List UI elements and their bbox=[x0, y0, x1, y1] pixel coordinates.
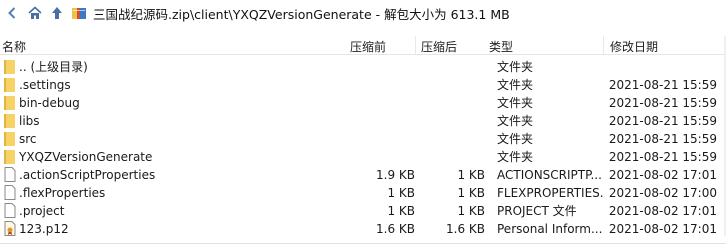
packed-size: 1 KB bbox=[457, 204, 485, 218]
home-icon bbox=[28, 6, 42, 19]
modified-date: 2021-08-02 17:01 bbox=[608, 222, 717, 236]
list-item[interactable]: .actionScriptProperties 1.9 KB 1 KB ACTI… bbox=[0, 166, 726, 184]
back-button[interactable] bbox=[3, 3, 23, 23]
folder-icon bbox=[4, 150, 15, 164]
zip-archive-icon bbox=[72, 8, 86, 19]
list-item[interactable]: .project 1 KB 1 KB PROJECT 文件 2021-08-02… bbox=[0, 202, 726, 220]
compressed-size: 1.9 KB bbox=[376, 168, 415, 182]
column-header-compressed[interactable]: 压缩前 bbox=[350, 38, 386, 55]
compressed-size: 1.6 KB bbox=[376, 222, 415, 236]
file-name: src bbox=[19, 132, 37, 146]
file-type: 文件夹 bbox=[497, 96, 534, 110]
file-type: 文件夹 bbox=[497, 78, 534, 92]
column-header-size[interactable]: 压缩后 bbox=[421, 38, 457, 55]
modified-date: 2021-08-02 17:01 bbox=[608, 168, 717, 182]
title-bar: 三国战纪源码.zip\client\YXQZVersionGenerate - … bbox=[0, 0, 726, 26]
list-item[interactable]: .settings 文件夹 2021-08-21 15:59 bbox=[0, 76, 726, 94]
modified-date: 2021-08-02 17:01 bbox=[608, 204, 717, 218]
archive-path: 三国战纪源码.zip\client\YXQZVersionGenerate - … bbox=[93, 6, 510, 22]
file-list: .. (上级目录) 文件夹 .settings 文件夹 2021-08-21 1… bbox=[0, 58, 726, 238]
file-type: PROJECT 文件 bbox=[497, 204, 577, 218]
file-type: FLEXPROPERTIES... bbox=[497, 186, 605, 200]
file-name: libs bbox=[19, 114, 40, 128]
file-name: .flexProperties bbox=[19, 186, 106, 200]
file-name: 123.p12 bbox=[19, 222, 69, 236]
up-level-button[interactable] bbox=[47, 3, 67, 23]
file-type: 文件夹 bbox=[497, 114, 534, 128]
file-name: .. (上级目录) bbox=[19, 60, 88, 74]
packed-size: 1.6 KB bbox=[446, 222, 485, 236]
list-item[interactable]: 123.p12 1.6 KB 1.6 KB Personal Inform...… bbox=[0, 220, 726, 238]
file-name: bin-debug bbox=[19, 96, 80, 110]
file-icon bbox=[4, 167, 16, 182]
file-icon bbox=[4, 185, 16, 200]
list-item[interactable]: YXQZVersionGenerate 文件夹 2021-08-21 15:59 bbox=[0, 148, 726, 166]
file-name: .actionScriptProperties bbox=[19, 168, 156, 182]
packed-size: 1 KB bbox=[457, 168, 485, 182]
modified-date: 2021-08-21 15:59 bbox=[608, 114, 717, 128]
home-button[interactable] bbox=[25, 3, 45, 23]
up-arrow-icon bbox=[52, 7, 62, 19]
list-item[interactable]: .. (上级目录) 文件夹 bbox=[0, 58, 726, 76]
folder-icon bbox=[4, 60, 15, 74]
certificate-icon bbox=[4, 221, 16, 236]
file-name: .settings bbox=[19, 78, 71, 92]
column-divider[interactable] bbox=[603, 36, 604, 54]
modified-date: 2021-08-21 15:59 bbox=[608, 78, 717, 92]
list-item[interactable]: .flexProperties 1 KB 1 KB FLEXPROPERTIES… bbox=[0, 184, 726, 202]
column-header-modified[interactable]: 修改日期 bbox=[610, 38, 658, 55]
file-name: YXQZVersionGenerate bbox=[19, 150, 153, 164]
compressed-size: 1 KB bbox=[387, 204, 415, 218]
file-type: 文件夹 bbox=[497, 60, 534, 74]
modified-date: 2021-08-21 15:59 bbox=[608, 96, 717, 110]
list-item[interactable]: libs 文件夹 2021-08-21 15:59 bbox=[0, 112, 726, 130]
column-divider[interactable] bbox=[415, 36, 416, 54]
file-type: ACTIONSCRIPTP... bbox=[497, 168, 602, 182]
column-header-row: 名称 压缩前 压缩后 类型 修改日期 bbox=[0, 36, 726, 55]
list-item[interactable]: src 文件夹 2021-08-21 15:59 bbox=[0, 130, 726, 148]
column-header-type[interactable]: 类型 bbox=[489, 38, 513, 55]
folder-icon bbox=[4, 96, 15, 110]
file-icon bbox=[4, 203, 16, 218]
folder-icon bbox=[4, 132, 15, 146]
modified-date: 2021-08-21 15:59 bbox=[608, 150, 717, 164]
modified-date: 2021-08-02 17:00 bbox=[608, 186, 717, 200]
packed-size: 1 KB bbox=[457, 186, 485, 200]
file-name: .project bbox=[19, 204, 65, 218]
folder-icon bbox=[4, 78, 15, 92]
compressed-size: 1 KB bbox=[387, 186, 415, 200]
column-header-name[interactable]: 名称 bbox=[2, 38, 26, 55]
file-type: 文件夹 bbox=[497, 132, 534, 146]
modified-date: 2021-08-21 15:59 bbox=[608, 132, 717, 146]
file-type: Personal Inform... bbox=[497, 222, 603, 236]
list-bottom-border bbox=[0, 243, 726, 244]
back-arrow-icon bbox=[8, 7, 16, 19]
folder-icon bbox=[4, 114, 15, 128]
file-type: 文件夹 bbox=[497, 150, 534, 164]
list-item[interactable]: bin-debug 文件夹 2021-08-21 15:59 bbox=[0, 94, 726, 112]
archive-icon-button bbox=[69, 3, 89, 23]
